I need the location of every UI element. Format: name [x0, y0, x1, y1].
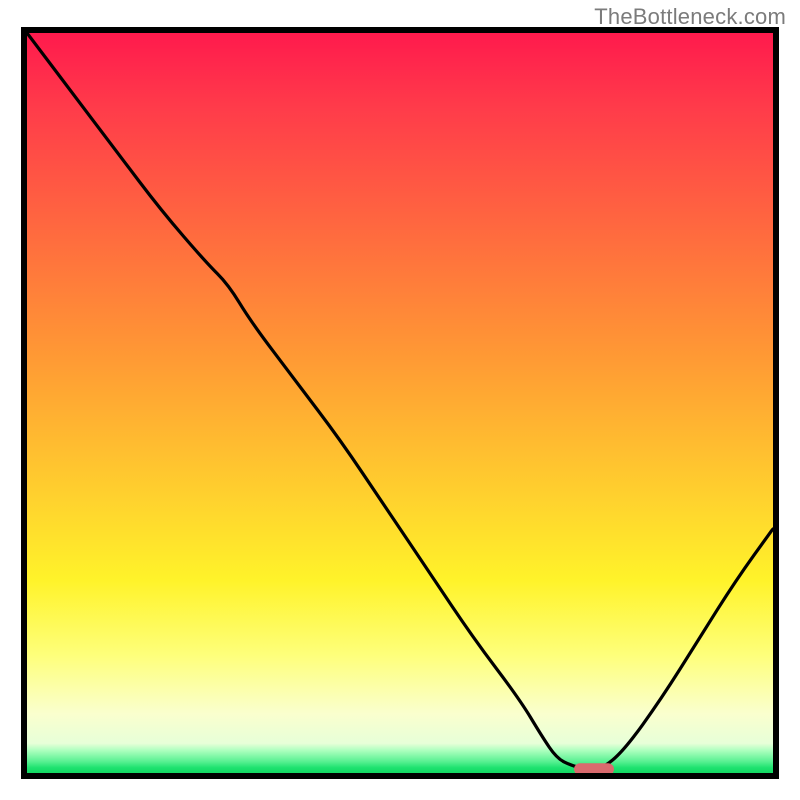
plot-frame — [21, 27, 779, 779]
bottleneck-curve — [27, 33, 773, 773]
chart-container: TheBottleneck.com — [0, 0, 800, 800]
optimum-marker — [574, 763, 614, 773]
curve-path — [27, 33, 773, 769]
plot-area — [27, 33, 773, 773]
